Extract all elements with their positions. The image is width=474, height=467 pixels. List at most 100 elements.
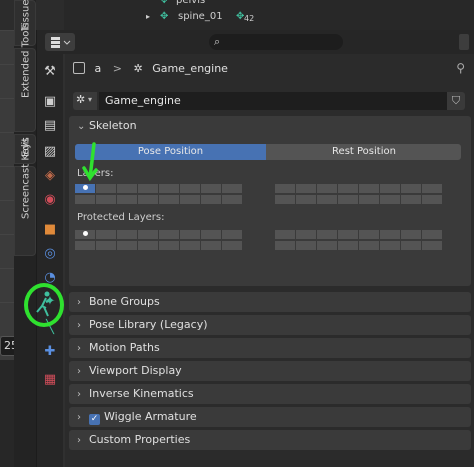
layer-button[interactable] bbox=[296, 240, 316, 250]
pose-library-panel-header[interactable]: › Pose Library (Legacy) bbox=[77, 318, 208, 334]
wiggle-armature-panel[interactable]: › ✓ Wiggle Armature bbox=[69, 407, 471, 427]
layer-button[interactable] bbox=[222, 184, 242, 193]
protected-grid-right[interactable] bbox=[275, 230, 461, 250]
layer-button[interactable] bbox=[401, 230, 421, 239]
layer-button[interactable] bbox=[317, 194, 337, 204]
layer-button[interactable] bbox=[338, 184, 358, 193]
layer-button[interactable] bbox=[138, 194, 158, 204]
layer-button[interactable] bbox=[159, 184, 179, 193]
texture-tab-icon[interactable]: ▦ bbox=[42, 372, 58, 388]
layer-button[interactable] bbox=[338, 230, 358, 239]
header-options-button[interactable] bbox=[459, 34, 469, 50]
object-tab-icon[interactable]: ■ bbox=[42, 222, 58, 238]
fake-user-shield-icon[interactable]: ⛉ bbox=[447, 92, 465, 110]
bone-groups-panel-header[interactable]: › Bone Groups bbox=[77, 295, 160, 311]
layer-button[interactable] bbox=[359, 184, 379, 193]
view-layer-tab-icon[interactable]: ▨ bbox=[42, 144, 58, 160]
layer-button[interactable] bbox=[117, 184, 137, 193]
layer-button[interactable] bbox=[317, 230, 337, 239]
skeleton-panel-header[interactable]: ⌄ Skeleton bbox=[77, 119, 137, 135]
rest-position-button[interactable]: Rest Position bbox=[267, 144, 461, 160]
layer-button[interactable] bbox=[338, 194, 358, 204]
layer-button[interactable] bbox=[138, 240, 158, 250]
datablock-name-field[interactable]: Game_engine bbox=[99, 92, 447, 110]
layer-button[interactable] bbox=[180, 184, 200, 193]
layer-button[interactable] bbox=[96, 184, 116, 193]
layer-button[interactable] bbox=[317, 240, 337, 250]
viewport-display-panel-header[interactable]: › Viewport Display bbox=[77, 364, 182, 380]
world-tab-icon[interactable]: ◉ bbox=[42, 192, 58, 208]
constraint-tab-icon[interactable]: ◎ bbox=[42, 246, 58, 262]
layer-button[interactable] bbox=[296, 194, 316, 204]
viewport-display-panel[interactable]: › Viewport Display bbox=[69, 361, 471, 381]
layer-button[interactable] bbox=[180, 240, 200, 250]
pose-position-button[interactable]: Pose Position bbox=[75, 144, 266, 160]
layer-button[interactable] bbox=[422, 194, 442, 204]
layer-button[interactable] bbox=[138, 230, 158, 239]
output-tab-icon[interactable]: ▤ bbox=[42, 118, 58, 134]
bone-groups-panel[interactable]: › Bone Groups bbox=[69, 292, 471, 312]
outliner-row-pelvis[interactable]: ✥ pelvis bbox=[64, 0, 474, 10]
layer-button[interactable] bbox=[401, 240, 421, 250]
layer-button[interactable] bbox=[401, 194, 421, 204]
scene-tab-icon[interactable]: ◈ bbox=[42, 168, 58, 184]
bone-constraint-tab-icon[interactable]: ✚ bbox=[42, 344, 58, 360]
layer-button[interactable] bbox=[75, 230, 95, 239]
motion-paths-panel-header[interactable]: › Motion Paths bbox=[77, 341, 160, 357]
tab-screencast-keys[interactable]: Screencast Keys bbox=[14, 137, 36, 256]
layer-button[interactable] bbox=[159, 240, 179, 250]
layer-button[interactable] bbox=[180, 194, 200, 204]
layer-button[interactable] bbox=[75, 240, 95, 250]
layer-button[interactable] bbox=[117, 230, 137, 239]
layer-button[interactable] bbox=[338, 240, 358, 250]
layer-button[interactable] bbox=[275, 240, 295, 250]
pin-icon[interactable]: ⚲ bbox=[456, 61, 465, 75]
enable-checkbox[interactable]: ✓ bbox=[89, 414, 100, 425]
layer-button[interactable] bbox=[201, 230, 221, 239]
layer-button[interactable] bbox=[380, 194, 400, 204]
layer-button[interactable] bbox=[159, 194, 179, 204]
layers-grid-right[interactable] bbox=[275, 184, 461, 204]
tab-extended-tools[interactable]: Extended Tools bbox=[14, 23, 36, 132]
layer-button[interactable] bbox=[222, 240, 242, 250]
layer-button[interactable] bbox=[422, 230, 442, 239]
layer-button[interactable] bbox=[96, 230, 116, 239]
search-input[interactable]: ⌕ bbox=[209, 34, 343, 50]
layer-button[interactable] bbox=[138, 184, 158, 193]
layer-button[interactable] bbox=[96, 194, 116, 204]
editor-type-button[interactable] bbox=[45, 33, 75, 51]
layer-button[interactable] bbox=[180, 230, 200, 239]
layer-button[interactable] bbox=[275, 194, 295, 204]
layer-button[interactable] bbox=[401, 184, 421, 193]
pose-library-panel[interactable]: › Pose Library (Legacy) bbox=[69, 315, 471, 335]
layer-button[interactable] bbox=[317, 184, 337, 193]
layer-button[interactable] bbox=[159, 230, 179, 239]
protected-grid-left[interactable] bbox=[75, 230, 261, 250]
layer-button[interactable] bbox=[296, 184, 316, 193]
layer-button[interactable] bbox=[117, 194, 137, 204]
layer-button[interactable] bbox=[380, 230, 400, 239]
inverse-kinematics-panel[interactable]: › Inverse Kinematics bbox=[69, 384, 471, 404]
layer-button[interactable] bbox=[222, 230, 242, 239]
layer-button[interactable] bbox=[359, 194, 379, 204]
layer-button[interactable] bbox=[359, 240, 379, 250]
motion-paths-panel[interactable]: › Motion Paths bbox=[69, 338, 471, 358]
layer-button[interactable] bbox=[296, 230, 316, 239]
layer-button[interactable] bbox=[75, 194, 95, 204]
datablock-browse-button[interactable]: ✲ ▾ bbox=[73, 92, 97, 110]
tool-tab-icon[interactable]: ⚒ bbox=[42, 64, 58, 80]
layer-button[interactable] bbox=[222, 194, 242, 204]
layer-button[interactable] bbox=[422, 240, 442, 250]
custom-properties-panel-header[interactable]: › Custom Properties bbox=[77, 433, 190, 449]
expand-arrow-icon[interactable]: ▸ bbox=[146, 12, 150, 21]
render-tab-icon[interactable]: ▣ bbox=[42, 94, 58, 110]
outliner-row-spine[interactable]: ▸ ✥ spine_01 ✥ 42 bbox=[64, 11, 474, 26]
layer-button[interactable] bbox=[275, 184, 295, 193]
layer-button[interactable] bbox=[96, 240, 116, 250]
layers-grid-left[interactable] bbox=[75, 184, 261, 204]
layer-button[interactable] bbox=[422, 184, 442, 193]
layer-button[interactable] bbox=[75, 184, 95, 193]
layer-button[interactable] bbox=[201, 184, 221, 193]
layer-button[interactable] bbox=[201, 194, 221, 204]
layer-button[interactable] bbox=[275, 230, 295, 239]
